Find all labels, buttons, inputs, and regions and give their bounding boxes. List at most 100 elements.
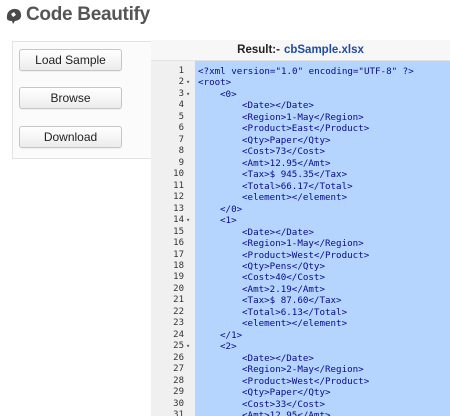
code-text: <2> [220, 341, 237, 353]
code-line: 22 <Total>6.13</Total> [151, 307, 450, 318]
code-line: 16 <Region>1-May</Region> [151, 238, 450, 249]
code-line: 24 </1> [151, 330, 450, 341]
result-header: Result:- cbSample.xlsx [151, 40, 450, 61]
code-line: 14 ▾ <1> [151, 215, 450, 226]
fold-toggle-icon[interactable]: ▾ [186, 89, 194, 100]
code-text: <Product>West</Product> [242, 375, 370, 387]
download-button[interactable]: Download [19, 126, 122, 148]
code-text: <Date></Date> [242, 226, 314, 238]
code-text: <Qty>Paper</Qty> [242, 134, 331, 146]
code-lines: 1 <?xml version="1.0" encoding="UTF-8" ?>… [151, 66, 450, 416]
code-line: 25 ▾ <2> [151, 341, 450, 352]
code-line: 30 <Cost>33</Cost> [151, 399, 450, 410]
line-number: 3 [178, 88, 184, 99]
code-line: 15 <Date></Date> [151, 227, 450, 238]
code-line: 4 <Date></Date> [151, 100, 450, 111]
code-line: 31 <Amt>12.95</Amt> [151, 410, 450, 416]
line-number: 5 [178, 111, 184, 122]
code-line: 11 <Total>66.17</Total> [151, 181, 450, 192]
line-number: 6 [178, 123, 184, 134]
code-text: </0> [220, 203, 243, 215]
code-text: <root> [198, 77, 232, 89]
code-text: <Region>1-May</Region> [242, 111, 364, 123]
line-number: 25 [173, 341, 184, 352]
line-number: 23 [173, 318, 184, 329]
code-text: <Tax>$ 87.60</Tax> [242, 295, 342, 307]
line-number: 24 [173, 329, 184, 340]
fold-toggle-icon[interactable]: ▾ [186, 215, 194, 226]
line-number: 27 [173, 364, 184, 375]
line-number: 30 [173, 398, 184, 409]
code-text: <Cost>73</Cost> [242, 146, 325, 158]
code-text: <Amt>2.19</Amt> [242, 283, 325, 295]
code-line: 9 <Amt>12.95</Amt> [151, 158, 450, 169]
code-line: 23 <element></element> [151, 318, 450, 329]
line-number: 11 [173, 180, 184, 191]
code-line: 2 ▾ <root> [151, 77, 450, 88]
code-text: <0> [220, 88, 237, 100]
line-number: 4 [178, 100, 184, 111]
code-line: 3 ▾ <0> [151, 89, 450, 100]
line-number: 15 [173, 226, 184, 237]
code-line: 21 <Tax>$ 87.60</Tax> [151, 295, 450, 306]
code-text: <Product>East</Product> [242, 123, 370, 135]
result-filename: cbSample.xlsx [283, 44, 364, 56]
code-text: <Product>West</Product> [242, 249, 370, 261]
code-text: <element></element> [242, 318, 348, 330]
line-number: 7 [178, 134, 184, 145]
line-number: 17 [173, 249, 184, 260]
code-text: <Qty>Pens</Qty> [242, 260, 325, 272]
fold-toggle-icon[interactable]: ▾ [186, 341, 194, 352]
code-line: 6 <Product>East</Product> [151, 123, 450, 134]
logo-icon [4, 5, 24, 25]
line-number: 8 [178, 146, 184, 157]
load-sample-button[interactable]: Load Sample [19, 49, 122, 71]
code-line: 7 <Qty>Paper</Qty> [151, 135, 450, 146]
code-text: <Date></Date> [242, 352, 314, 364]
code-text: </1> [220, 329, 243, 341]
code-text: <Date></Date> [242, 100, 314, 112]
code-line: 28 <Product>West</Product> [151, 376, 450, 387]
code-line: 29 <Qty>Paper</Qty> [151, 387, 450, 398]
fold-toggle-icon[interactable]: ▾ [186, 77, 194, 88]
code-line: 26 <Date></Date> [151, 353, 450, 364]
code-line: 19 <Cost>40</Cost> [151, 272, 450, 283]
code-line: 27 <Region>2-May</Region> [151, 364, 450, 375]
app-title: Code Beautify [26, 4, 150, 25]
code-text: <Tax>$ 945.35</Tax> [242, 169, 348, 181]
line-number: 19 [173, 272, 184, 283]
result-label: Result:- [237, 44, 280, 56]
code-text: <Qty>Paper</Qty> [242, 387, 331, 399]
code-line: 18 <Qty>Pens</Qty> [151, 261, 450, 272]
line-number: 21 [173, 295, 184, 306]
line-number: 22 [173, 306, 184, 317]
code-text: <Amt>12.95</Amt> [242, 410, 331, 416]
code-line: 17 <Product>West</Product> [151, 250, 450, 261]
line-number: 26 [173, 352, 184, 363]
line-number: 29 [173, 387, 184, 398]
app-logo[interactable]: Code Beautify [4, 3, 150, 27]
line-number: 1 [178, 66, 184, 76]
browse-button[interactable]: Browse [19, 87, 122, 109]
line-number: 31 [173, 410, 184, 416]
code-line: 1 <?xml version="1.0" encoding="UTF-8" ?> [151, 66, 450, 77]
code-editor[interactable]: 1 <?xml version="1.0" encoding="UTF-8" ?>… [151, 61, 450, 416]
line-number: 18 [173, 260, 184, 271]
line-number: 2 [178, 77, 184, 88]
code-line: 13 </0> [151, 204, 450, 215]
line-number: 16 [173, 238, 184, 249]
code-text: <Cost>40</Cost> [242, 272, 325, 284]
code-line: 20 <Amt>2.19</Amt> [151, 284, 450, 295]
action-panel: Load Sample Browse Download [12, 41, 162, 159]
line-number: 13 [173, 203, 184, 214]
line-number: 10 [173, 169, 184, 180]
code-text: <Total>6.13</Total> [242, 306, 348, 318]
code-line: 5 <Region>1-May</Region> [151, 112, 450, 123]
line-number: 20 [173, 283, 184, 294]
code-text: <Amt>12.95</Amt> [242, 157, 331, 169]
line-number: 9 [178, 157, 184, 168]
code-text: <Region>1-May</Region> [242, 238, 364, 250]
code-line: 8 <Cost>73</Cost> [151, 146, 450, 157]
code-line: 10 <Tax>$ 945.35</Tax> [151, 169, 450, 180]
code-line: 12 <element></element> [151, 192, 450, 203]
